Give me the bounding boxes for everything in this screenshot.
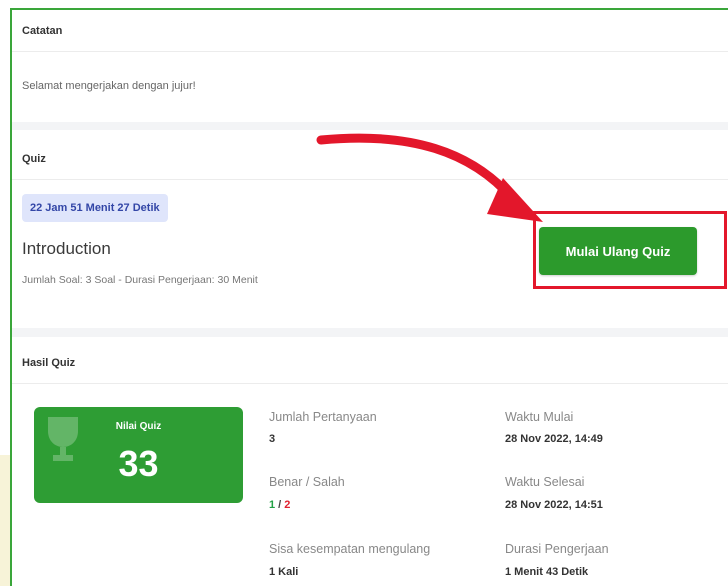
correct-wrong-value: 1 / 2 bbox=[269, 499, 290, 511]
notes-text: Selamat mengerjakan dengan jujur! bbox=[22, 80, 196, 92]
duration-label: Durasi Pengerjaan bbox=[505, 542, 609, 556]
result-header: Hasil Quiz bbox=[12, 342, 728, 384]
separator: / bbox=[275, 499, 285, 511]
end-time-value: 28 Nov 2022, 14:51 bbox=[505, 499, 603, 511]
score-card: Nilai Quiz 33 bbox=[34, 407, 243, 503]
notes-header: Catatan bbox=[12, 10, 728, 52]
restart-quiz-button[interactable]: Mulai Ulang Quiz bbox=[539, 227, 697, 275]
section-divider bbox=[12, 328, 728, 337]
duration-value: 1 Menit 43 Detik bbox=[505, 566, 589, 578]
correct-wrong-label: Benar / Salah bbox=[269, 475, 345, 489]
start-time-label: Waktu Mulai bbox=[505, 410, 574, 424]
red-arrow-icon bbox=[316, 133, 543, 222]
wrong-count: 2 bbox=[284, 499, 291, 511]
score-label: Nilai Quiz bbox=[115, 421, 162, 432]
background-strip bbox=[0, 455, 10, 586]
score-value: 33 bbox=[118, 443, 159, 484]
remaining-attempts-value: 1 Kali bbox=[269, 566, 299, 578]
quiz-title: Introduction bbox=[22, 239, 111, 258]
quiz-meta-info: Jumlah Soal: 3 Soal - Durasi Pengerjaan:… bbox=[22, 274, 258, 286]
countdown-timer-badge: 22 Jam 51 Menit 27 Detik bbox=[22, 194, 168, 222]
questions-count-label: Jumlah Pertanyaan bbox=[269, 410, 377, 424]
start-time-value: 28 Nov 2022, 14:49 bbox=[505, 433, 603, 445]
questions-count-value: 3 bbox=[269, 433, 276, 445]
remaining-attempts-label: Sisa kesempatan mengulang bbox=[269, 542, 431, 556]
end-time-label: Waktu Selesai bbox=[505, 475, 585, 489]
